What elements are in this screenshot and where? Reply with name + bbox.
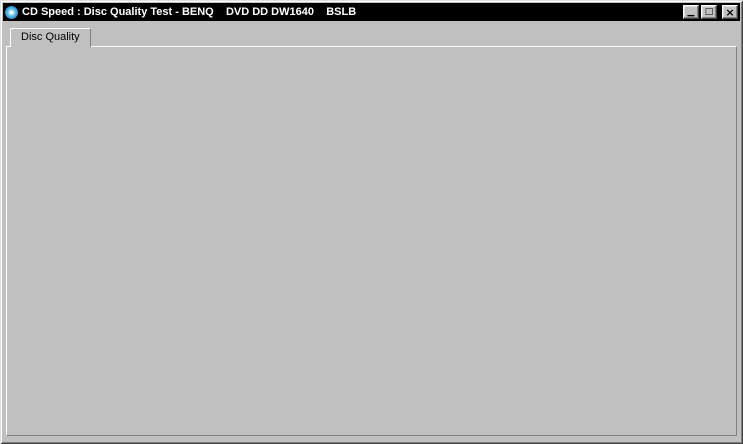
tab-pane xyxy=(6,46,737,436)
app-icon[interactable] xyxy=(5,5,18,19)
close-button[interactable]: × xyxy=(722,5,738,19)
maximize-button[interactable]: □ xyxy=(701,5,717,19)
window-title: CD Speed : Disc Quality Test - BENQ DVD … xyxy=(22,6,357,18)
minimize-button[interactable]: ▁ xyxy=(683,5,699,19)
tab-label: Disc Quality xyxy=(21,31,80,43)
tab-disc-quality[interactable]: Disc Quality xyxy=(10,28,91,47)
app-window: CD Speed : Disc Quality Test - BENQ DVD … xyxy=(0,0,743,444)
title-bar[interactable]: CD Speed : Disc Quality Test - BENQ DVD … xyxy=(3,3,740,21)
